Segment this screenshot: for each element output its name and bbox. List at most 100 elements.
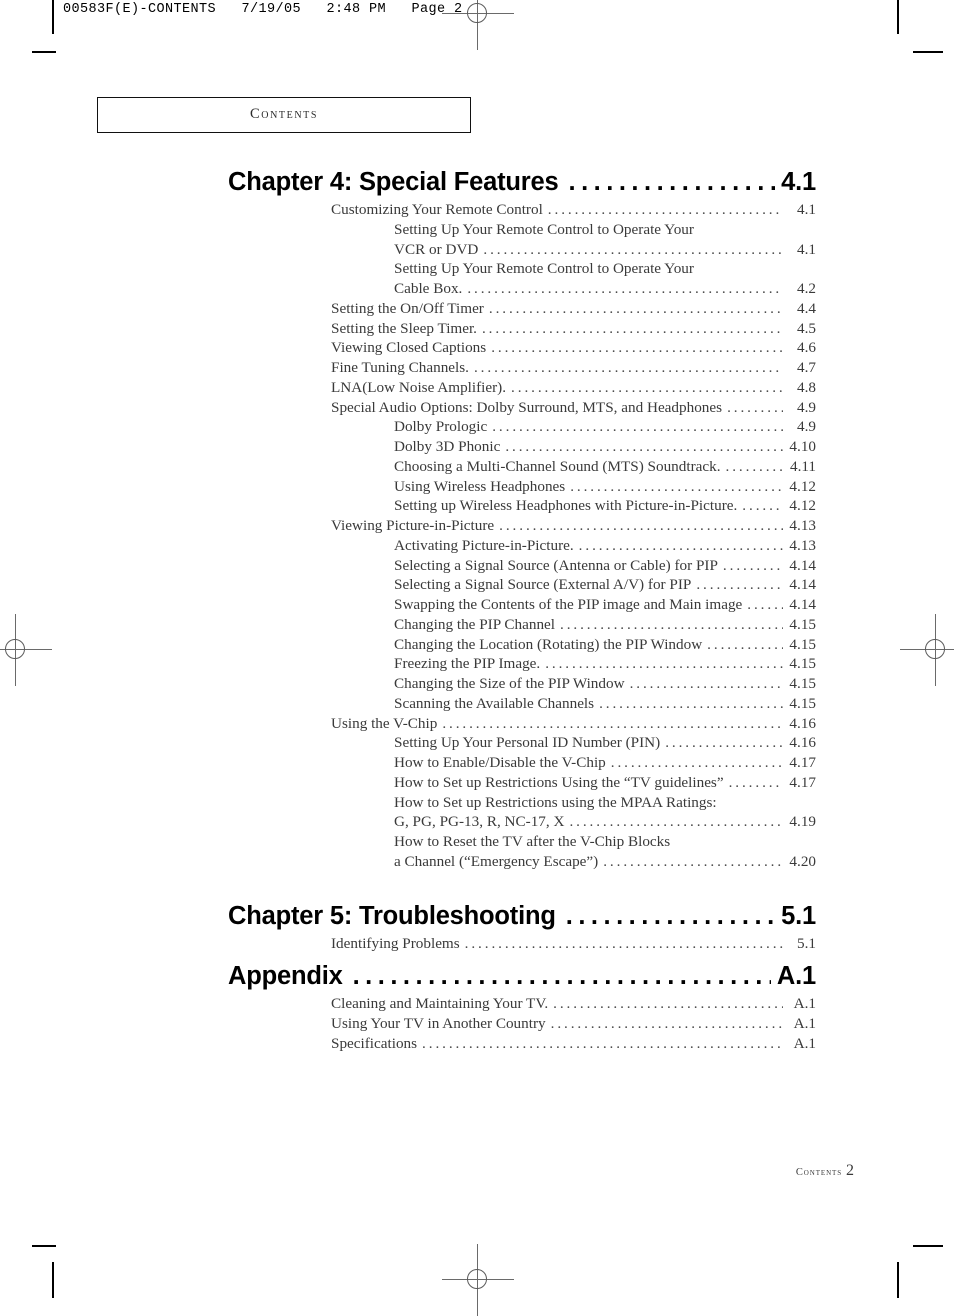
toc-entry[interactable]: Using Your TV in Another Country........… bbox=[228, 1014, 816, 1034]
toc-entry-title: Specifications bbox=[331, 1034, 418, 1052]
toc-entry[interactable]: Changing the PIP Channel................… bbox=[228, 615, 816, 635]
toc-entry[interactable]: Cable Box...............................… bbox=[228, 279, 816, 299]
toc-entry-title: Dolby Prologic bbox=[394, 418, 488, 436]
toc-entry-title: Viewing Closed Captions bbox=[331, 339, 487, 357]
toc-entry[interactable]: Setting Up Your Personal ID Number (PIN)… bbox=[228, 733, 816, 753]
toc-entry[interactable]: Selecting a Signal Source (External A/V)… bbox=[228, 575, 816, 595]
chapter-dot-leader: ........................................… bbox=[352, 964, 771, 990]
toc-entry[interactable]: How to Enable/Disable the V-Chip........… bbox=[228, 753, 816, 773]
toc-entry-page-number: 4.15 bbox=[789, 694, 816, 712]
toc-entry-page-number: 4.1 bbox=[797, 240, 816, 258]
toc-entry-page-number: 4.15 bbox=[789, 635, 816, 653]
toc-entry[interactable]: Fine Tuning Channels....................… bbox=[228, 358, 816, 378]
toc-entry-dot-leader: ........................................… bbox=[725, 457, 783, 475]
toc-entry-title: Using Your TV in Another Country bbox=[331, 1015, 546, 1032]
toc-entry-title: Cable Box. bbox=[394, 280, 463, 297]
toc-entry[interactable]: Scanning the Available Channels.........… bbox=[228, 694, 816, 714]
toc-entry-page-number: 4.15 bbox=[789, 655, 816, 673]
contents-title-box: Contents bbox=[97, 97, 471, 133]
toc-entry[interactable]: Dolby 3D Phonic.........................… bbox=[228, 437, 816, 457]
toc-entry[interactable]: Identifying Problems....................… bbox=[228, 934, 816, 954]
toc-entry-page-number: 4.1 bbox=[797, 201, 816, 218]
toc-entry-page-number: 4.13 bbox=[789, 517, 816, 534]
chapter-entry-list: Customizing Your Remote Control.........… bbox=[228, 200, 816, 872]
toc-entry-dot-leader: ........................................… bbox=[747, 596, 783, 613]
toc-entry[interactable]: Special Audio Options: Dolby Surround, M… bbox=[228, 398, 816, 418]
toc-entry-title: How to Enable/Disable the V-Chip bbox=[394, 754, 606, 771]
toc-entry[interactable]: Using the V-Chip........................… bbox=[228, 714, 816, 734]
toc-entry-dot-leader: ........................................… bbox=[707, 635, 783, 653]
toc-entry-title: Setting Up Your Remote Control to Operat… bbox=[394, 220, 694, 238]
toc-entry[interactable]: Changing the Location (Rotating) the PIP… bbox=[228, 635, 816, 655]
toc-entry[interactable]: Dolby Prologic..........................… bbox=[228, 417, 816, 437]
toc-entry-page-number: A.1 bbox=[793, 1015, 816, 1032]
toc-entry-page-number: 4.9 bbox=[797, 418, 816, 436]
chapter-heading[interactable]: Chapter 4: Special Features.............… bbox=[228, 168, 816, 197]
toc-entry[interactable]: Setting up Wireless Headphones with Pict… bbox=[228, 496, 816, 516]
toc-entry[interactable]: LNA(Low Noise Amplifier)................… bbox=[228, 378, 816, 398]
chapter-block: Chapter 4: Special Features.............… bbox=[228, 168, 816, 872]
toc-entry[interactable]: VCR or DVD..............................… bbox=[228, 240, 816, 260]
toc-entry[interactable]: Setting the Sleep Timer.................… bbox=[228, 319, 816, 339]
toc-entry-dot-leader: ........................................… bbox=[553, 995, 783, 1013]
crop-mark-top-left-horizontal bbox=[32, 51, 56, 53]
toc-entry-title: Choosing a Multi-Channel Sound (MTS) Sou… bbox=[394, 457, 721, 475]
toc-entry[interactable]: a Channel (“Emergency Escape”)..........… bbox=[228, 852, 816, 872]
toc-entry-title: Changing the PIP Channel bbox=[394, 615, 556, 633]
toc-entry[interactable]: Setting Up Your Remote Control to Operat… bbox=[228, 220, 816, 240]
crop-mark-bottom-right-vertical bbox=[897, 1262, 899, 1298]
toc-entry-title: Setting the Sleep Timer. bbox=[331, 319, 477, 337]
chapter-title: Chapter 5: Troubleshooting bbox=[228, 901, 556, 930]
toc-entry-page-number: A.1 bbox=[793, 1034, 816, 1052]
toc-entry-title: Using Wireless Headphones bbox=[394, 477, 566, 495]
toc-entry-title: Special Audio Options: Dolby Surround, M… bbox=[331, 398, 723, 416]
toc-entry-title: Fine Tuning Channels. bbox=[331, 359, 469, 376]
toc-entry-page-number: 4.4 bbox=[797, 299, 816, 317]
contents-title-label: Contents bbox=[249, 106, 319, 122]
toc-entry-page-number: A.1 bbox=[793, 995, 816, 1013]
toc-entry[interactable]: How to Reset the TV after the V-Chip Blo… bbox=[228, 832, 816, 852]
toc-entry[interactable]: Setting the On/Off Timer................… bbox=[228, 299, 816, 319]
toc-entry[interactable]: Changing the Size of the PIP Window.....… bbox=[228, 674, 816, 694]
toc-entry[interactable]: Freezing the PIP Image..................… bbox=[228, 654, 816, 674]
toc-entry-dot-leader: ........................................… bbox=[483, 240, 783, 258]
footer-section-label: Contents bbox=[795, 1167, 842, 1178]
chapter-heading[interactable]: Appendix................................… bbox=[228, 962, 816, 991]
toc-entry-page-number: 4.10 bbox=[789, 438, 816, 455]
chapter-title: Appendix bbox=[228, 962, 343, 991]
crop-mark-bottom-left-horizontal bbox=[32, 1245, 56, 1247]
toc-entry[interactable]: Activating Picture-in-Picture...........… bbox=[228, 536, 816, 556]
chapter-heading[interactable]: Chapter 5: Troubleshooting..............… bbox=[228, 902, 816, 931]
toc-entry-title: Activating Picture-in-Picture. bbox=[394, 536, 574, 554]
toc-entry-dot-leader: ........................................… bbox=[505, 438, 783, 455]
toc-entry[interactable]: Selecting a Signal Source (Antenna or Ca… bbox=[228, 556, 816, 576]
toc-entry-dot-leader: ........................................… bbox=[665, 734, 783, 752]
toc-entry-title: Setting Up Your Remote Control to Operat… bbox=[394, 260, 694, 278]
toc-entry[interactable]: G, PG, PG-13, R, NC-17, X...............… bbox=[228, 812, 816, 832]
toc-entry[interactable]: How to Set up Restrictions Using the “TV… bbox=[228, 773, 816, 793]
toc-entry-dot-leader: ........................................… bbox=[499, 517, 783, 534]
toc-entry-dot-leader: ........................................… bbox=[422, 1034, 783, 1052]
toc-entry[interactable]: Viewing Closed Captions.................… bbox=[228, 338, 816, 358]
toc-entry[interactable]: Customizing Your Remote Control.........… bbox=[228, 200, 816, 220]
toc-entry[interactable]: Cleaning and Maintaining Your TV........… bbox=[228, 994, 816, 1014]
toc-entry-dot-leader: ........................................… bbox=[473, 359, 783, 376]
chapter-dot-leader: ........................................… bbox=[568, 170, 775, 196]
footer-page-number: 2 bbox=[846, 1162, 854, 1179]
toc-entry-dot-leader: ........................................… bbox=[722, 556, 783, 574]
toc-entry[interactable]: How to Set up Restrictions using the MPA… bbox=[228, 793, 816, 813]
toc-entry[interactable]: Setting Up Your Remote Control to Operat… bbox=[228, 259, 816, 279]
prepress-header-strip: 00583F(E)-CONTENTS 7/19/05 2:48 PM Page … bbox=[63, 2, 463, 17]
toc-entry-page-number: 4.17 bbox=[789, 773, 816, 791]
toc-entry-dot-leader: ........................................… bbox=[488, 299, 783, 317]
chapter-block: Appendix................................… bbox=[228, 962, 816, 1053]
toc-entry[interactable]: Swapping the Contents of the PIP image a… bbox=[228, 595, 816, 615]
toc-entry[interactable]: Specifications..........................… bbox=[228, 1034, 816, 1054]
toc-entry-page-number: 4.20 bbox=[789, 852, 816, 870]
toc-entry-dot-leader: ........................................… bbox=[491, 339, 783, 357]
toc-entry[interactable]: Using Wireless Headphones...............… bbox=[228, 477, 816, 497]
toc-entry[interactable]: Choosing a Multi-Channel Sound (MTS) Sou… bbox=[228, 457, 816, 477]
toc-entry[interactable]: Viewing Picture-in-Picture..............… bbox=[228, 516, 816, 536]
toc-entry-title: Dolby 3D Phonic bbox=[394, 438, 501, 455]
toc-entry-page-number: 4.9 bbox=[797, 398, 816, 416]
